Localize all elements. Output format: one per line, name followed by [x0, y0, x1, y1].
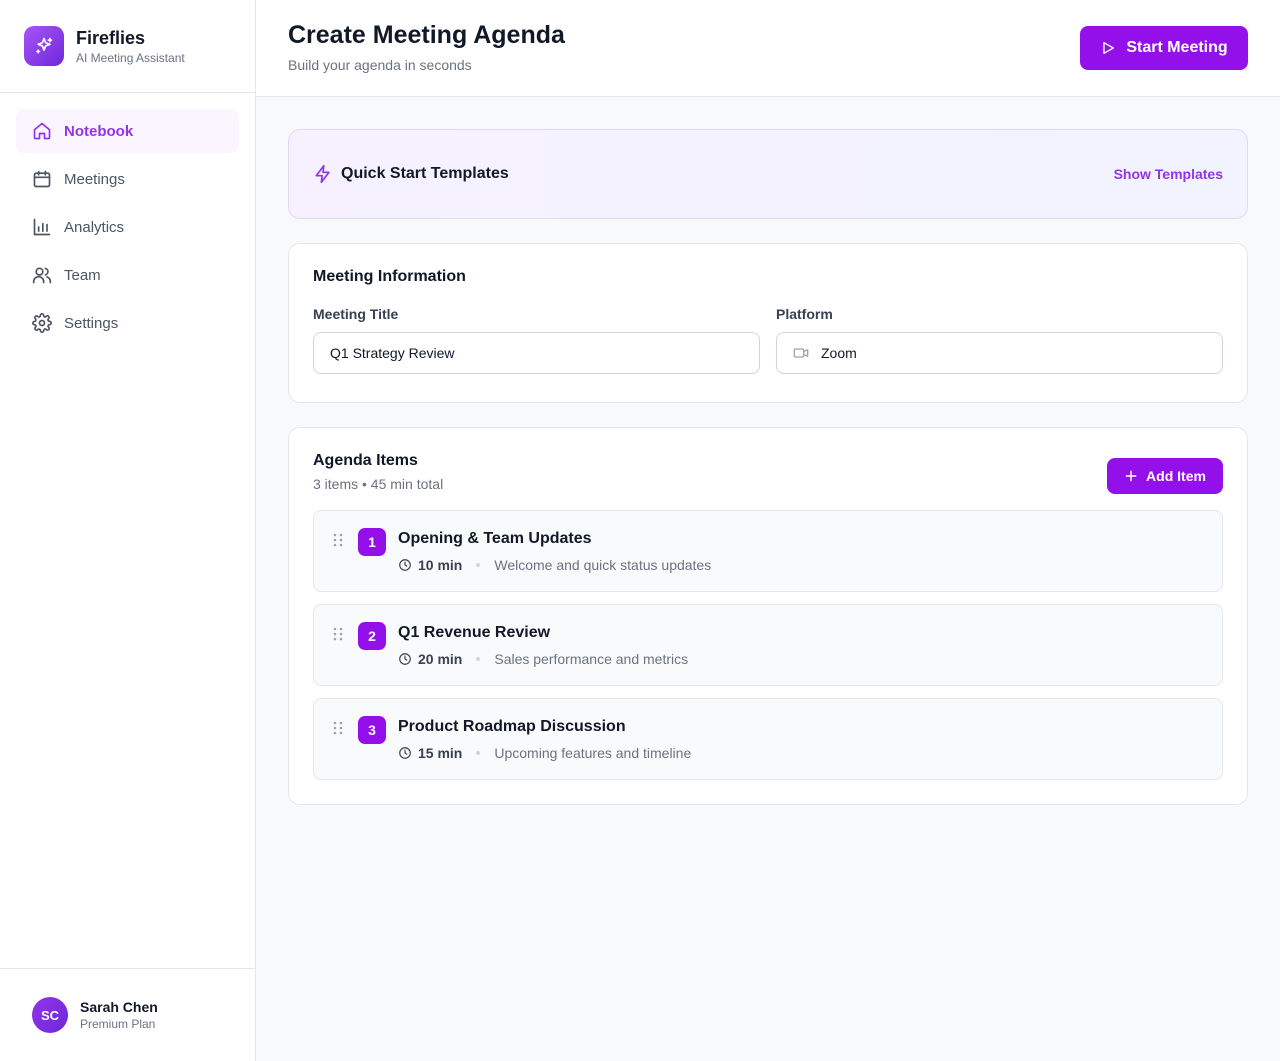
agenda-items: Agenda Items 3 items • 45 min total Add …: [288, 427, 1248, 805]
agenda-item-number: 2: [358, 622, 386, 650]
bar-chart-icon: [32, 217, 52, 237]
play-icon: [1100, 40, 1116, 56]
separator-dot: [476, 657, 481, 661]
calendar-icon: [32, 169, 52, 189]
lightning-icon: [313, 164, 333, 184]
page-header: Create Meeting Agenda Build your agenda …: [256, 0, 1280, 97]
platform-value: Zoom: [821, 345, 857, 361]
agenda-item[interactable]: 1 Opening & Team Updates 10 min Welcome …: [313, 510, 1223, 592]
sidebar-item-label: Team: [64, 266, 101, 284]
platform-select[interactable]: Zoom: [776, 332, 1223, 374]
meeting-information: Meeting Information Meeting Title Q1 Str…: [288, 243, 1248, 403]
agenda-item-number: 1: [358, 528, 386, 556]
sidebar-item-meetings[interactable]: Meetings: [16, 157, 239, 201]
separator-dot: [476, 563, 481, 567]
agenda-item-duration: 20 min: [418, 651, 463, 667]
agenda-item-title: Product Roadmap Discussion: [398, 718, 626, 735]
drag-handle-icon[interactable]: [333, 721, 343, 735]
page-subtitle: Build your agenda in seconds: [288, 57, 472, 73]
agenda-item[interactable]: 2 Q1 Revenue Review 20 min Sales perform…: [313, 604, 1223, 686]
sidebar-nav: Notebook Meetings Analytics Team Setting…: [0, 93, 255, 365]
page-title: Create Meeting Agenda: [288, 21, 565, 49]
sidebar-item-label: Meetings: [64, 170, 125, 188]
quick-start-templates: Quick Start Templates Show Templates: [288, 129, 1248, 219]
add-item-label: Add Item: [1146, 468, 1206, 484]
sidebar-item-team[interactable]: Team: [16, 253, 239, 297]
agenda-title: Agenda Items: [313, 452, 418, 469]
drag-handle-icon[interactable]: [333, 627, 343, 641]
gear-icon: [32, 313, 52, 333]
video-icon: [793, 345, 809, 361]
user-name: Sarah Chen: [80, 999, 158, 1015]
clock-icon: [398, 652, 412, 666]
agenda-list: 1 Opening & Team Updates 10 min Welcome …: [313, 510, 1223, 780]
agenda-item-title: Opening & Team Updates: [398, 530, 592, 547]
agenda-item-description: Sales performance and metrics: [494, 651, 689, 667]
sidebar-item-label: Notebook: [64, 122, 134, 140]
clock-icon: [398, 746, 412, 760]
sidebar-item-label: Analytics: [64, 218, 125, 236]
sparkles-icon: [24, 26, 64, 66]
agenda-item-number: 3: [358, 716, 386, 744]
avatar: SC: [32, 997, 68, 1033]
agenda-item-description: Welcome and quick status updates: [494, 557, 712, 573]
home-icon: [32, 121, 52, 141]
main-content: Quick Start Templates Show Templates Mee…: [288, 129, 1248, 805]
agenda-item-duration: 15 min: [418, 745, 463, 761]
brand: Fireflies AI Meeting Assistant: [0, 0, 255, 93]
show-templates-button[interactable]: Show Templates: [1114, 166, 1223, 182]
agenda-summary: 3 items • 45 min total: [313, 476, 444, 492]
brand-subtitle: AI Meeting Assistant: [76, 51, 185, 65]
platform-label: Platform: [776, 306, 833, 322]
agenda-item[interactable]: 3 Product Roadmap Discussion 15 min Upco…: [313, 698, 1223, 780]
agenda-item-title: Q1 Revenue Review: [398, 624, 551, 641]
sidebar-item-notebook[interactable]: Notebook: [16, 109, 239, 153]
sidebar: Fireflies AI Meeting Assistant Notebook …: [0, 0, 256, 1061]
sidebar-item-label: Settings: [64, 314, 119, 332]
clock-icon: [398, 558, 412, 572]
add-item-button[interactable]: Add Item: [1107, 458, 1223, 494]
meeting-title-value: Q1 Strategy Review: [330, 345, 455, 361]
start-meeting-button[interactable]: Start Meeting: [1080, 26, 1248, 70]
separator-dot: [476, 751, 481, 755]
users-icon: [32, 265, 52, 285]
drag-handle-icon[interactable]: [333, 533, 343, 547]
brand-name: Fireflies: [76, 28, 146, 48]
user-plan: Premium Plan: [80, 1017, 156, 1031]
meeting-title-label: Meeting Title: [313, 306, 399, 322]
meeting-info-title: Meeting Information: [313, 268, 466, 285]
agenda-item-description: Upcoming features and timeline: [494, 745, 692, 761]
plus-icon: [1124, 469, 1138, 483]
meeting-title-input[interactable]: Q1 Strategy Review: [313, 332, 760, 374]
sidebar-item-analytics[interactable]: Analytics: [16, 205, 239, 249]
user-profile[interactable]: SC Sarah Chen Premium Plan: [0, 968, 255, 1061]
sidebar-item-settings[interactable]: Settings: [16, 301, 239, 345]
agenda-item-duration: 10 min: [418, 557, 463, 573]
templates-title: Quick Start Templates: [341, 165, 509, 182]
start-meeting-label: Start Meeting: [1126, 39, 1228, 56]
